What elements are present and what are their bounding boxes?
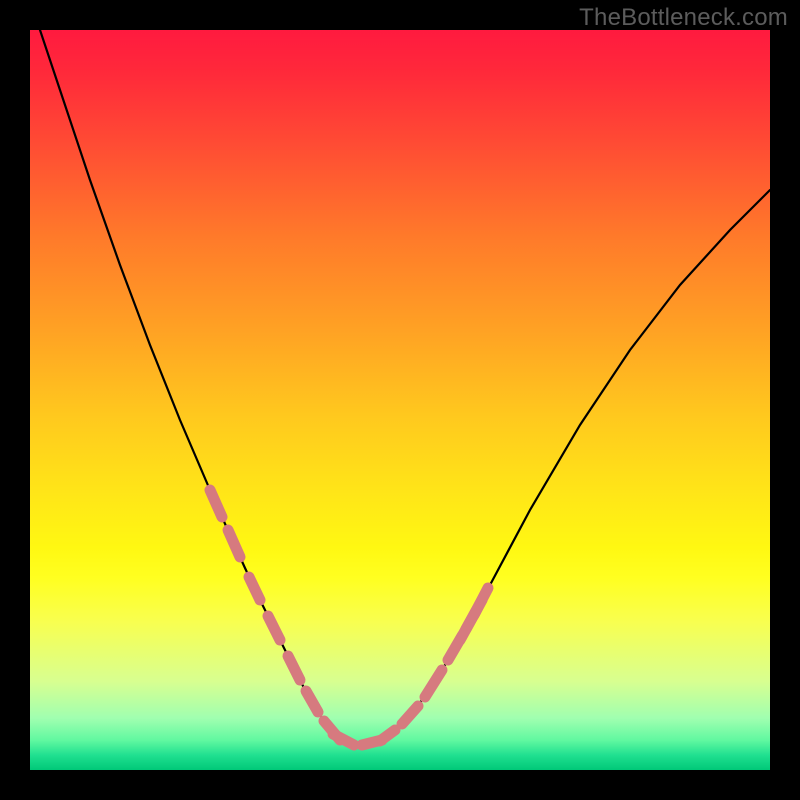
dash-segment [425,670,442,697]
dash-segment [306,691,318,712]
dash-segment [210,490,222,517]
dash-segment [474,588,488,615]
dash-segment [380,730,395,741]
curve-dash-overlay-right [380,588,488,741]
curve-dash-overlay-left [210,490,340,740]
dash-segment [249,577,260,600]
watermark-text: TheBottleneck.com [579,4,788,32]
dash-segment [288,656,300,680]
bottleneck-curve [30,30,770,745]
dash-segment [228,530,240,557]
chart-frame: TheBottleneck.com [0,0,800,800]
dash-segment [268,616,280,640]
dash-segment [402,706,418,724]
curve-dash-overlay-bottom [333,734,382,745]
curve-svg [30,30,770,770]
plot-area [30,30,770,770]
